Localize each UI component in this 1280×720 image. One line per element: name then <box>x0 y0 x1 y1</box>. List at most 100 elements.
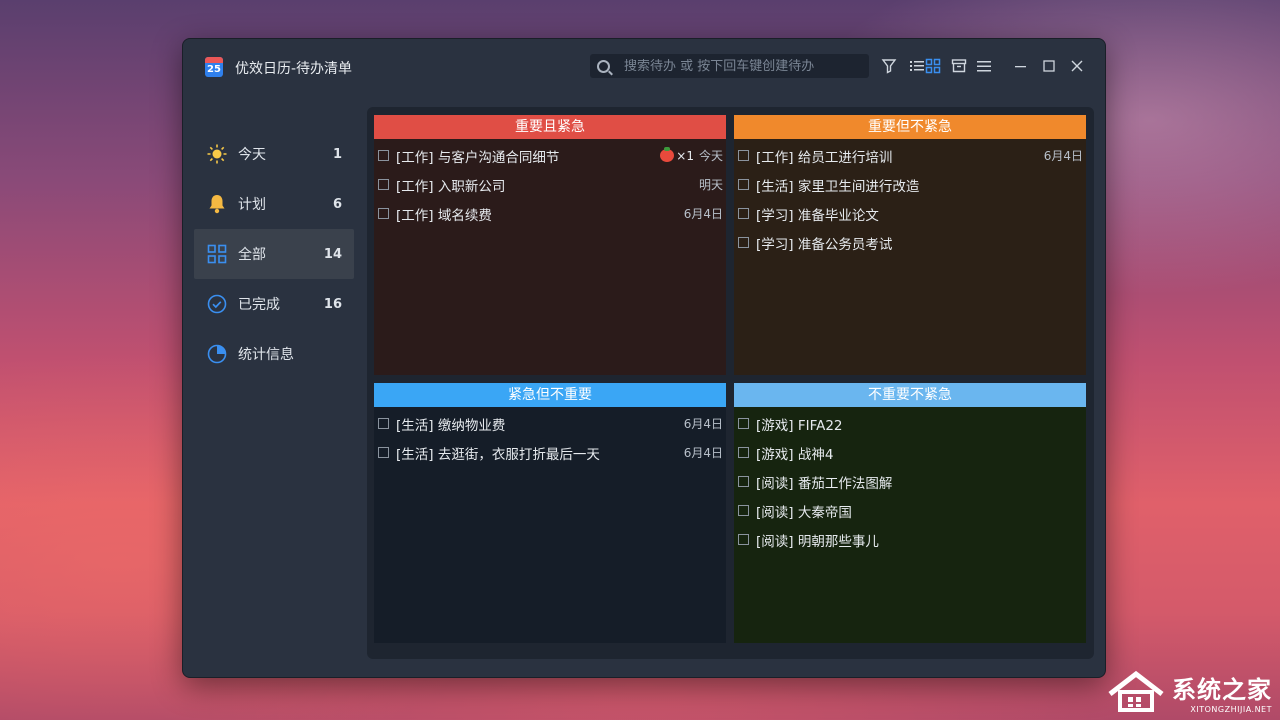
pie-chart-icon <box>206 343 228 365</box>
task-item[interactable]: [工作] 与客户沟通合同细节 ×1 今天 <box>374 141 726 170</box>
site-watermark: 系统之家 XITONGZHIJIA.NET <box>1106 670 1272 714</box>
quadrant-title: 重要且紧急 <box>374 115 726 139</box>
menu-icon[interactable] <box>976 58 992 74</box>
task-text: [生活] 缴纳物业费 <box>396 417 506 434</box>
bell-icon <box>206 193 228 215</box>
task-item[interactable]: [生活] 缴纳物业费 6月4日 <box>374 409 726 438</box>
task-checkbox[interactable] <box>738 237 749 248</box>
sidebar-item-label: 全部 <box>238 247 266 263</box>
task-text: [生活] 去逛街，衣服打折最后一天 <box>396 446 600 463</box>
sidebar-item-count: 14 <box>323 246 342 262</box>
quadrant-title: 重要但不紧急 <box>734 115 1086 139</box>
sidebar-item-count: 1 <box>332 146 342 162</box>
task-item[interactable]: [工作] 入职新公司 明天 <box>374 170 726 199</box>
task-date: 6月4日 <box>683 417 723 431</box>
quadrant-important-urgent: 重要且紧急 [工作] 与客户沟通合同细节 ×1 今天 [工作] 入职新公司 明天 <box>374 115 726 375</box>
sidebar-item-all[interactable]: 全部 14 <box>194 229 354 279</box>
task-text: [学习] 准备公务员考试 <box>756 236 893 253</box>
sidebar-item-count: 16 <box>323 296 342 312</box>
task-date: 6月4日 <box>1043 149 1083 163</box>
task-item[interactable]: [工作] 域名续费 6月4日 <box>374 199 726 228</box>
app-title: 优效日历-待办清单 <box>235 61 353 77</box>
task-text: [阅读] 明朝那些事儿 <box>756 533 879 550</box>
task-date: 明天 <box>698 178 723 192</box>
task-checkbox[interactable] <box>378 208 389 219</box>
task-checkbox[interactable] <box>378 447 389 458</box>
sidebar-item-completed[interactable]: 已完成 16 <box>194 279 354 329</box>
task-item[interactable]: [学习] 准备毕业论文 <box>734 199 1086 228</box>
tomato-icon <box>660 147 675 162</box>
task-text: [游戏] 战神4 <box>756 446 834 463</box>
task-text: [阅读] 番茄工作法图解 <box>756 475 893 492</box>
task-text: [工作] 域名续费 <box>396 207 492 224</box>
sun-icon <box>206 143 228 165</box>
titlebar: 25 优效日历-待办清单 <box>183 39 1105 95</box>
task-text: [生活] 家里卫生间进行改造 <box>756 178 920 195</box>
task-checkbox[interactable] <box>378 150 389 161</box>
quadrant-urgent-not-important: 紧急但不重要 [生活] 缴纳物业费 6月4日 [生活] 去逛街，衣服打折最后一天… <box>374 383 726 643</box>
task-checkbox[interactable] <box>378 418 389 429</box>
sidebar-item-label: 计划 <box>238 197 266 213</box>
check-circle-icon <box>206 293 228 315</box>
grid-icon <box>206 243 228 265</box>
task-checkbox[interactable] <box>738 150 749 161</box>
task-item[interactable]: [阅读] 番茄工作法图解 <box>734 467 1086 496</box>
watermark-url: XITONGZHIJIA.NET <box>1190 705 1272 714</box>
archive-icon[interactable] <box>951 58 967 74</box>
task-checkbox[interactable] <box>738 447 749 458</box>
task-item[interactable]: [学习] 准备公务员考试 <box>734 228 1086 257</box>
sidebar: 今天 1 计划 6 全部 14 已完成 16 统计信息 <box>194 129 354 379</box>
task-date: 6月4日 <box>683 207 723 221</box>
quadrant-title: 紧急但不重要 <box>374 383 726 407</box>
task-text: [工作] 入职新公司 <box>396 178 506 195</box>
pomodoro-count: ×1 <box>676 148 694 163</box>
quadrant-not-important-not-urgent: 不重要不紧急 [游戏] FIFA22 [游戏] 战神4 [阅读] 番茄工作法图解… <box>734 383 1086 643</box>
quadrant-board: 重要且紧急 [工作] 与客户沟通合同细节 ×1 今天 [工作] 入职新公司 明天 <box>367 107 1094 659</box>
task-text: [工作] 与客户沟通合同细节 <box>396 149 560 166</box>
sidebar-item-today[interactable]: 今天 1 <box>194 129 354 179</box>
task-date: 6月4日 <box>683 446 723 460</box>
search-input[interactable] <box>624 58 844 74</box>
task-text: [工作] 给员工进行培训 <box>756 149 893 166</box>
task-checkbox[interactable] <box>738 476 749 487</box>
quadrant-task-list: [游戏] FIFA22 [游戏] 战神4 [阅读] 番茄工作法图解 [阅读] 大… <box>734 407 1086 643</box>
search-box[interactable] <box>590 54 869 78</box>
house-logo-icon <box>1106 670 1166 714</box>
maximize-icon[interactable] <box>1041 58 1057 74</box>
quadrant-task-list: [工作] 给员工进行培训 6月4日 [生活] 家里卫生间进行改造 [学习] 准备… <box>734 139 1086 375</box>
task-text: [阅读] 大秦帝国 <box>756 504 852 521</box>
task-item[interactable]: [游戏] FIFA22 <box>734 409 1086 438</box>
sidebar-item-stats[interactable]: 统计信息 <box>194 329 354 379</box>
task-checkbox[interactable] <box>738 505 749 516</box>
close-icon[interactable] <box>1069 58 1085 74</box>
task-checkbox[interactable] <box>738 418 749 429</box>
task-item[interactable]: [游戏] 战神4 <box>734 438 1086 467</box>
task-item[interactable]: [工作] 给员工进行培训 6月4日 <box>734 141 1086 170</box>
task-item[interactable]: [生活] 去逛街，衣服打折最后一天 6月4日 <box>374 438 726 467</box>
quadrant-task-list: [生活] 缴纳物业费 6月4日 [生活] 去逛街，衣服打折最后一天 6月4日 <box>374 407 726 643</box>
task-checkbox[interactable] <box>738 534 749 545</box>
task-text: [游戏] FIFA22 <box>756 417 843 434</box>
task-item[interactable]: [阅读] 大秦帝国 <box>734 496 1086 525</box>
sidebar-item-count: 6 <box>332 196 342 212</box>
quadrant-view-icon[interactable] <box>925 58 941 74</box>
task-checkbox[interactable] <box>738 208 749 219</box>
search-icon <box>597 59 610 73</box>
pomodoro-badge: ×1 <box>660 147 694 163</box>
minimize-icon[interactable] <box>1013 58 1029 74</box>
sidebar-item-label: 今天 <box>238 147 266 163</box>
sidebar-item-label: 统计信息 <box>238 347 294 363</box>
quadrant-important-not-urgent: 重要但不紧急 [工作] 给员工进行培训 6月4日 [生活] 家里卫生间进行改造 … <box>734 115 1086 375</box>
sidebar-item-plan[interactable]: 计划 6 <box>194 179 354 229</box>
list-view-icon[interactable] <box>909 58 925 74</box>
task-item[interactable]: [生活] 家里卫生间进行改造 <box>734 170 1086 199</box>
task-checkbox[interactable] <box>738 179 749 190</box>
task-checkbox[interactable] <box>378 179 389 190</box>
calendar-app-icon: 25 <box>205 57 223 77</box>
task-text: [学习] 准备毕业论文 <box>756 207 879 224</box>
quadrant-title: 不重要不紧急 <box>734 383 1086 407</box>
task-item[interactable]: [阅读] 明朝那些事儿 <box>734 525 1086 554</box>
task-date: 今天 <box>698 149 723 163</box>
filter-icon[interactable] <box>881 58 897 74</box>
watermark-title: 系统之家 <box>1172 676 1272 704</box>
